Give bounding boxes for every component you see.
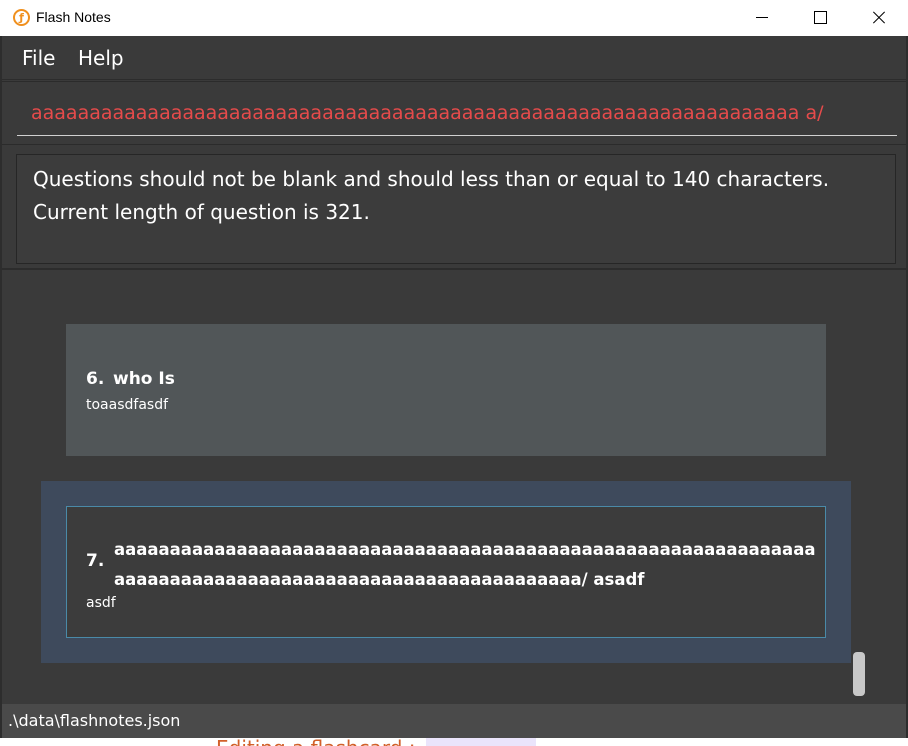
flash-notes-logo-icon: ƒ bbox=[13, 9, 30, 26]
maximize-button[interactable] bbox=[791, 0, 849, 36]
card-index: 7. bbox=[86, 551, 105, 571]
command-input[interactable]: aaaaaaaaaaaaaaaaaaaaaaaaaaaaaaaaaaaaaaaa… bbox=[17, 90, 897, 136]
status-bar: .\data\flashnotes.json Editing a flashca… bbox=[0, 704, 908, 746]
menu-file[interactable]: File bbox=[22, 46, 55, 70]
menu-bar: File Help bbox=[2, 36, 906, 80]
data-file-path: .\data\flashnotes.json bbox=[8, 711, 181, 730]
window-title: Flash Notes bbox=[36, 9, 111, 25]
command-box: aaaaaaaaaaaaaaaaaaaaaaaaaaaaaaaaaaaaaaaa… bbox=[2, 81, 906, 145]
result-pane: Questions should not be blank and should… bbox=[2, 146, 906, 270]
flashcard-item-selected[interactable]: 7. aaaaaaaaaaaaaaaaaaaaaaaaaaaaaaaaaaaaa… bbox=[66, 506, 826, 638]
background-code-snippet bbox=[426, 738, 536, 746]
card-index: 6. bbox=[86, 369, 105, 389]
app-window: File Help aaaaaaaaaaaaaaaaaaaaaaaaaaaaaa… bbox=[0, 36, 908, 704]
flashcard-list[interactable]: 6. who Is toaasdfasdf 7. aaaaaaaaaaaaaaa… bbox=[2, 272, 906, 704]
card-answer: toaasdfasdf bbox=[86, 397, 169, 413]
card-question: who Is bbox=[113, 369, 175, 389]
menu-help[interactable]: Help bbox=[78, 46, 124, 70]
flashcard-item[interactable]: 6. who Is toaasdfasdf bbox=[66, 324, 826, 456]
card-question: aaaaaaaaaaaaaaaaaaaaaaaaaaaaaaaaaaaaaaaa… bbox=[114, 540, 816, 589]
background-window-peek: Editing a flashcard : bbox=[160, 738, 908, 746]
background-heading: Editing a flashcard : bbox=[216, 738, 416, 746]
status-bar-inner: .\data\flashnotes.json bbox=[0, 704, 908, 738]
card-answer: asdf bbox=[86, 595, 116, 611]
minimize-button[interactable] bbox=[733, 0, 791, 36]
result-message: Questions should not be blank and should… bbox=[16, 154, 896, 264]
close-button[interactable] bbox=[849, 0, 907, 36]
title-bar: ƒ Flash Notes bbox=[0, 0, 908, 36]
list-scrollbar-thumb[interactable] bbox=[853, 652, 865, 696]
